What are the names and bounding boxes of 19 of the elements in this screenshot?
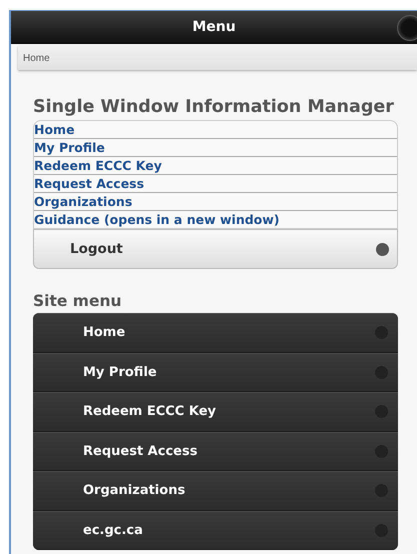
section-heading: Single Window Information Manager [33, 97, 395, 117]
header-title: Menu [192, 19, 236, 35]
site-menu-item[interactable]: Home [33, 313, 398, 352]
site-menu-heading: Site menu [33, 292, 123, 310]
nav-link[interactable]: Redeem ECCC Key [34, 157, 397, 175]
site-menu-item[interactable]: Organizations [33, 471, 398, 510]
nav-link[interactable]: Organizations [34, 193, 397, 211]
site-menu-item[interactable]: Request Access [33, 432, 398, 471]
nav-link[interactable]: Request Access [34, 175, 397, 193]
menu-toggle-button[interactable] [397, 15, 417, 41]
nav-link[interactable]: Home [34, 121, 397, 139]
arrow-dot-icon [376, 242, 389, 256]
site-menu-item[interactable]: Redeem ECCC Key [33, 392, 398, 432]
site-menu-item[interactable]: ec.gc.ca [33, 510, 398, 550]
logout-button[interactable]: Logout [33, 229, 398, 269]
nav-link[interactable]: Guidance (opens in a new window) [34, 211, 397, 228]
nav-link[interactable]: My Profile [34, 139, 397, 157]
breadcrumb-link[interactable]: Home [23, 52, 50, 64]
site-menu-item[interactable]: My Profile [33, 352, 398, 392]
